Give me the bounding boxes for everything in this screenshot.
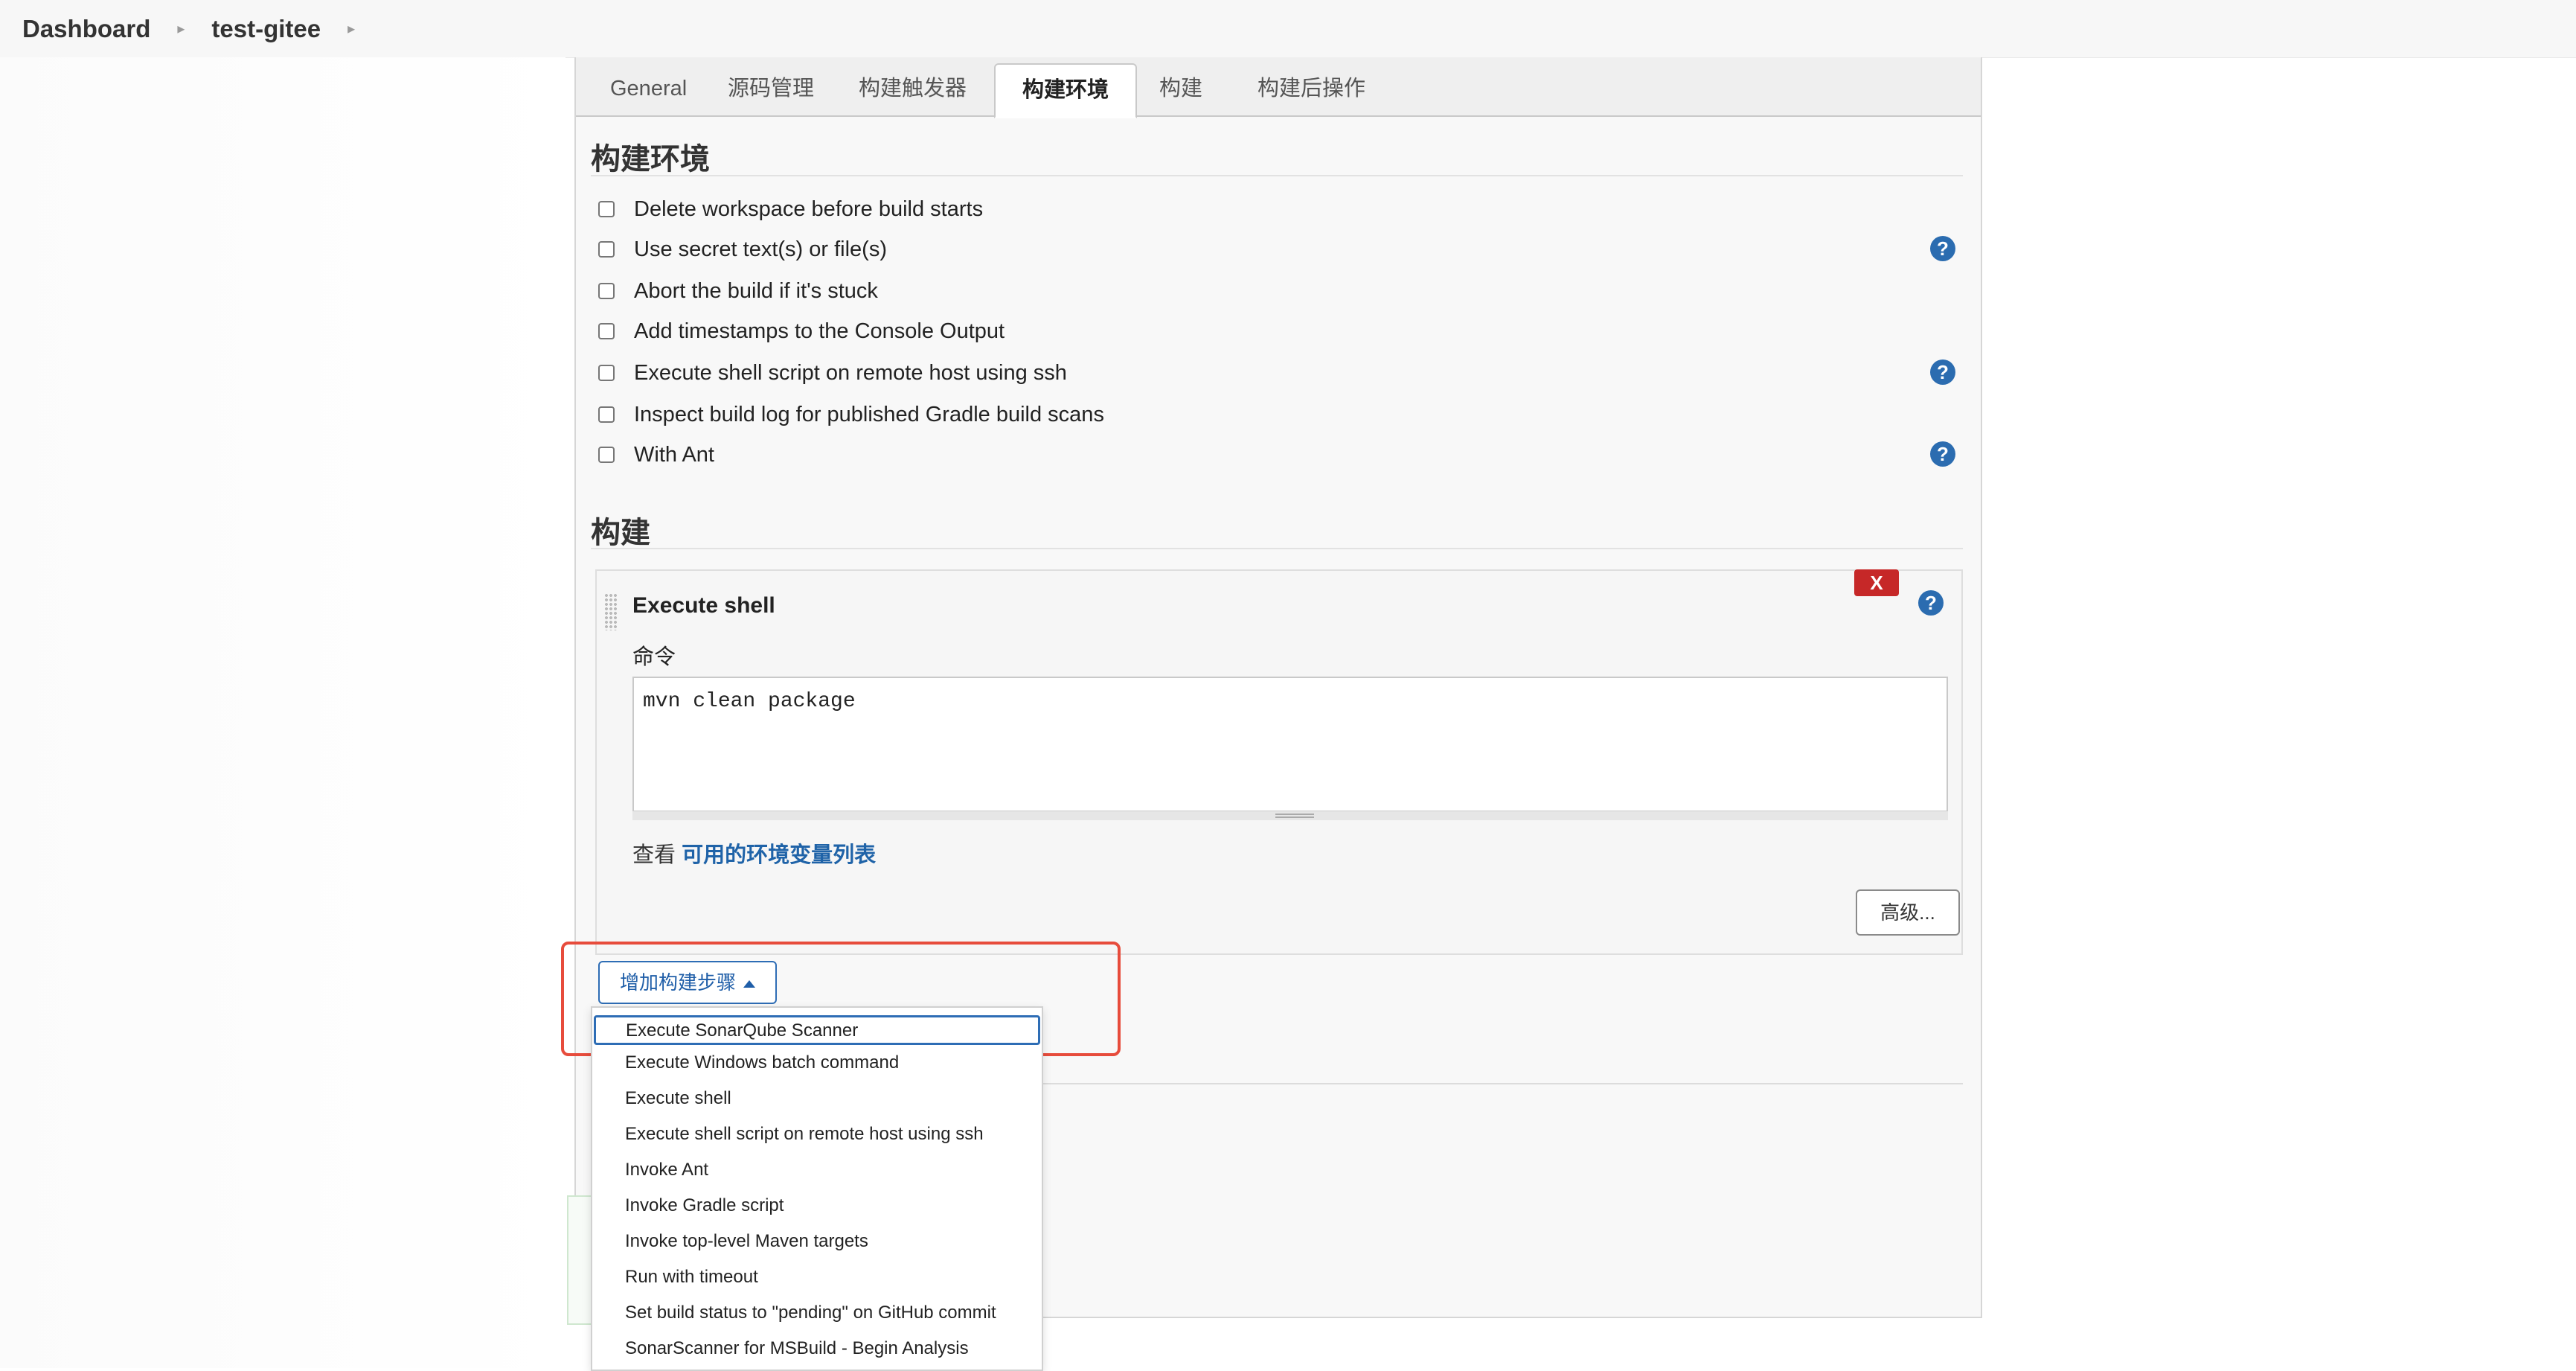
section-title-build: 构建 [591, 517, 650, 549]
checkbox[interactable] [598, 283, 615, 299]
env-vars-link[interactable]: 可用的环境变量列表 [682, 843, 876, 867]
tab-post-build[interactable]: 构建后操作 [1231, 63, 1392, 114]
env-vars-line: 查看 可用的环境变量列表 [632, 837, 876, 869]
advanced-button[interactable]: 高级... [1856, 889, 1960, 936]
dropdown-item-sonarscanner-msbuild[interactable]: SonarScanner for MSBuild - Begin Analysi… [592, 1331, 1042, 1367]
dropdown-item-invoke-maven[interactable]: Invoke top-level Maven targets [592, 1224, 1042, 1259]
breadcrumb-project[interactable]: test-gitee [211, 15, 321, 43]
help-icon[interactable]: ? [1930, 236, 1955, 261]
checkbox[interactable] [598, 406, 615, 423]
build-step-dropdown[interactable]: Execute SonarQube Scanner Execute Window… [591, 1006, 1043, 1371]
tab-triggers[interactable]: 构建触发器 [832, 63, 993, 114]
option-with-ant[interactable]: With Ant [598, 440, 714, 470]
option-label: Inspect build log for published Gradle b… [634, 402, 1104, 426]
build-step-execute-shell: X ? Execute shell 命令 mvn clean package 查… [595, 569, 1963, 955]
drag-handle-icon[interactable] [604, 593, 618, 630]
section-divider [591, 175, 1963, 176]
checkbox[interactable] [598, 447, 615, 463]
dropdown-item-windows-batch[interactable]: Execute Windows batch command [592, 1045, 1042, 1081]
dropdown-item-invoke-gradle[interactable]: Invoke Gradle script [592, 1188, 1042, 1224]
checkbox[interactable] [598, 365, 615, 381]
breadcrumb: Dashboard ▸ test-gitee ▸ [0, 0, 2576, 58]
tab-bar: General 源码管理 构建触发器 构建环境 构建 构建后操作 [576, 57, 1981, 118]
textarea-resize-handle[interactable] [632, 811, 1948, 820]
help-icon[interactable]: ? [1930, 359, 1955, 385]
tab-scm[interactable]: 源码管理 [701, 63, 841, 114]
checkbox[interactable] [598, 241, 615, 258]
step-title: Execute shell [632, 593, 775, 618]
option-label: Use secret text(s) or file(s) [634, 237, 887, 261]
option-label: With Ant [634, 442, 714, 467]
option-abort-stuck[interactable]: Abort the build if it's stuck [598, 276, 878, 306]
help-icon[interactable]: ? [1918, 590, 1944, 616]
dropdown-item-run-with-timeout[interactable]: Run with timeout [592, 1259, 1042, 1295]
breadcrumb-chevron-icon[interactable]: ▸ [177, 19, 185, 38]
section-title-build-environment: 构建环境 [591, 143, 710, 176]
tab-build-environment[interactable]: 构建环境 [994, 63, 1138, 118]
checkbox[interactable] [598, 201, 615, 217]
option-label: Execute shell script on remote host usin… [634, 360, 1067, 385]
option-gradle-scans[interactable]: Inspect build log for published Gradle b… [598, 400, 1104, 429]
grip-icon [1275, 814, 1314, 818]
help-icon[interactable]: ? [1930, 441, 1955, 467]
tab-build[interactable]: 构建 [1132, 63, 1229, 114]
dropdown-item-invoke-ant[interactable]: Invoke Ant [592, 1152, 1042, 1188]
dropdown-item-remote-ssh[interactable]: Execute shell script on remote host usin… [592, 1116, 1042, 1152]
breadcrumb-chevron-icon[interactable]: ▸ [347, 19, 355, 38]
delete-step-button[interactable]: X [1854, 569, 1899, 596]
option-timestamps[interactable]: Add timestamps to the Console Output [598, 316, 1005, 346]
side-panel [0, 57, 565, 1368]
option-label: Abort the build if it's stuck [634, 278, 878, 303]
dropdown-item-sonarqube-scanner[interactable]: Execute SonarQube Scanner [594, 1015, 1040, 1045]
checkbox[interactable] [598, 323, 615, 339]
env-prefix: 查看 [632, 843, 676, 867]
option-label: Delete workspace before build starts [634, 196, 984, 221]
dropdown-item-execute-shell[interactable]: Execute shell [592, 1081, 1042, 1116]
command-label: 命令 [632, 645, 676, 669]
command-textarea[interactable]: mvn clean package [632, 677, 1948, 819]
dropdown-item-github-pending[interactable]: Set build status to "pending" on GitHub … [592, 1295, 1042, 1331]
breadcrumb-dashboard[interactable]: Dashboard [22, 15, 150, 43]
tab-general[interactable]: General [583, 63, 714, 114]
option-secret-text[interactable]: Use secret text(s) or file(s) [598, 234, 887, 264]
option-label: Add timestamps to the Console Output [634, 319, 1005, 343]
section-divider [591, 548, 1963, 549]
option-remote-ssh[interactable]: Execute shell script on remote host usin… [598, 358, 1067, 388]
section-divider [1043, 1083, 1963, 1084]
option-delete-workspace[interactable]: Delete workspace before build starts [598, 194, 983, 224]
